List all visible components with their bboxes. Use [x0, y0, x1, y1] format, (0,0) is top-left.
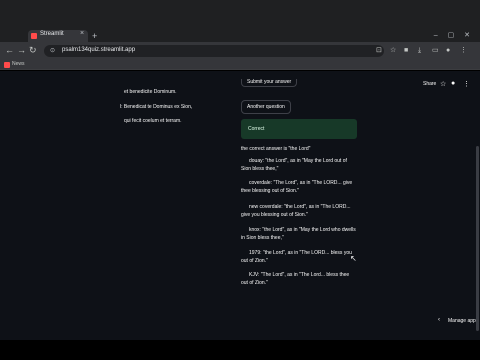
correct-answer-text: the correct answer is "the Lord" [241, 146, 311, 152]
forward-icon[interactable]: → [17, 45, 26, 56]
url-text: psalm134quiz.streamlit.app [62, 47, 136, 53]
profile-avatar-icon[interactable]: ● [446, 46, 450, 55]
address-bar[interactable]: ⊙ psalm134quiz.streamlit.app [44, 45, 384, 57]
browser-toolbar: ← → ↻ ⊙ psalm134quiz.streamlit.app ⊡ ☆ ■… [0, 42, 480, 60]
manage-app-button[interactable]: Manage app [448, 318, 476, 324]
browser-tab-bar: Streamlit × + – ▢ ✕ [0, 0, 480, 42]
browser-tab[interactable]: Streamlit × [28, 30, 88, 42]
translation-new-coverdale: new coverdale: "the Lord", as in "The LO… [241, 204, 351, 218]
translation-coverdale: coverdale: "The Lord", as in "The LORD..… [241, 180, 353, 194]
another-question-button[interactable]: Another question [241, 100, 291, 114]
translation-douay: douay: "the Lord", as in "May the Lord o… [241, 158, 347, 172]
bookmark-favicon-icon [4, 62, 10, 68]
main-menu-icon[interactable]: ⋮ [463, 80, 470, 88]
bookmarks-bar: News [0, 60, 480, 70]
reload-icon[interactable]: ↻ [29, 45, 37, 56]
latin-line-1: et benedicite Dominum. [124, 89, 177, 95]
latin-line-2: l: Benedicat te Dominus ex Sion, [120, 104, 193, 110]
new-tab-button[interactable]: + [92, 30, 97, 42]
translation-kjv: KJV: "The Lord", as in "The Lord... bles… [241, 272, 350, 286]
translation-1979: 1979: "the Lord", as in "The LORD... ble… [241, 250, 352, 264]
site-info-icon[interactable]: ⊙ [50, 47, 55, 54]
side-panel-icon[interactable]: ▭ [432, 46, 439, 55]
downloads-icon[interactable]: ⤓ [418, 46, 421, 55]
success-alert: Correct [241, 119, 357, 139]
bookmark-news[interactable]: News [12, 61, 25, 67]
window-controls[interactable]: – ▢ ✕ [434, 31, 474, 39]
install-icon[interactable]: ⊡ [376, 46, 382, 55]
streamlit-favicon-icon [31, 33, 37, 39]
chevron-left-icon[interactable]: ‹ [438, 317, 440, 323]
letterbox-bottom [0, 340, 480, 360]
share-button[interactable]: Share [423, 81, 436, 87]
mouse-cursor-icon: ↖ [350, 254, 357, 263]
bookmark-star-icon[interactable]: ☆ [390, 46, 396, 55]
success-text: Correct [248, 126, 265, 132]
streamlit-app: Share ☆ ● ⋮ et benedicite Dominum. l: Be… [0, 71, 480, 340]
scrollbar[interactable] [476, 146, 479, 331]
extension-icon[interactable]: ■ [404, 46, 408, 55]
tab-title: Streamlit [40, 31, 64, 37]
latin-line-3: qui fecit coelum et terram. [124, 118, 182, 124]
github-icon[interactable]: ● [451, 80, 455, 87]
star-icon[interactable]: ☆ [440, 80, 446, 88]
submit-answer-button[interactable]: Submit your answer [241, 79, 298, 87]
close-icon[interactable]: × [80, 30, 84, 37]
back-icon[interactable]: ← [5, 45, 14, 56]
translation-knox: knox: "the Lord", as in "May the Lord wh… [241, 227, 356, 241]
chrome-menu-icon[interactable]: ⋮ [460, 46, 467, 55]
